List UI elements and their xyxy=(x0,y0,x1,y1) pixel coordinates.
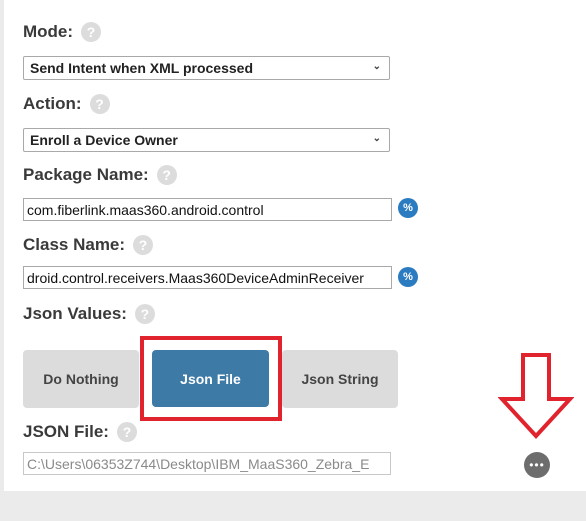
package-name-label: Package Name: ? xyxy=(23,165,177,185)
segment-label: Do Nothing xyxy=(43,371,119,387)
segment-label: Json String xyxy=(301,371,379,387)
question-mark-icon[interactable]: ? xyxy=(81,22,102,42)
question-mark-icon[interactable]: ? xyxy=(133,235,154,255)
json-file-label: JSON File: ? xyxy=(23,422,137,442)
mode-label-text: Mode: xyxy=(23,22,74,41)
package-name-value: com.fiberlink.maas360.android.control xyxy=(27,201,264,218)
question-mark-icon[interactable]: ? xyxy=(89,94,110,114)
class-name-value: droid.control.receivers.Maas360DeviceAdm… xyxy=(27,269,364,286)
action-select-value: Enroll a Device Owner xyxy=(30,132,178,148)
mode-label: Mode: ? xyxy=(23,22,102,42)
chevron-down-icon: ⌄ xyxy=(372,61,381,72)
mode-select-value: Send Intent when XML processed xyxy=(30,60,254,76)
json-file-label-text: JSON File: xyxy=(23,422,109,441)
package-name-label-text: Package Name: xyxy=(23,165,149,184)
class-name-label: Class Name: ? xyxy=(23,235,154,255)
json-file-value: C:\Users\06353Z744\Desktop\IBM_MaaS360_Z… xyxy=(27,455,370,472)
json-values-label: Json Values: ? xyxy=(23,304,155,324)
segment-json-string[interactable]: Json String xyxy=(282,350,398,408)
question-mark-icon[interactable]: ? xyxy=(116,422,137,442)
json-file-input[interactable]: C:\Users\06353Z744\Desktop\IBM_MaaS360_Z… xyxy=(23,452,391,475)
class-name-input[interactable]: droid.control.receivers.Maas360DeviceAdm… xyxy=(23,266,392,289)
more-icon[interactable]: ••• xyxy=(524,452,550,478)
class-name-label-text: Class Name: xyxy=(23,235,126,254)
json-values-label-text: Json Values: xyxy=(23,304,127,323)
package-name-input[interactable]: com.fiberlink.maas360.android.control xyxy=(23,198,392,221)
chevron-down-icon: ⌄ xyxy=(372,133,381,144)
segment-do-nothing[interactable]: Do Nothing xyxy=(23,350,139,408)
percent-icon[interactable]: % xyxy=(398,267,418,287)
question-mark-icon[interactable]: ? xyxy=(156,165,177,185)
question-mark-icon[interactable]: ? xyxy=(134,304,155,324)
mode-select[interactable]: Send Intent when XML processed ⌄ xyxy=(23,56,390,80)
percent-icon[interactable]: % xyxy=(398,198,418,218)
action-label: Action: ? xyxy=(23,94,110,114)
action-select[interactable]: Enroll a Device Owner ⌄ xyxy=(23,128,390,152)
highlight-box xyxy=(140,336,282,421)
action-label-text: Action: xyxy=(23,94,82,113)
down-arrow-icon xyxy=(498,353,574,439)
